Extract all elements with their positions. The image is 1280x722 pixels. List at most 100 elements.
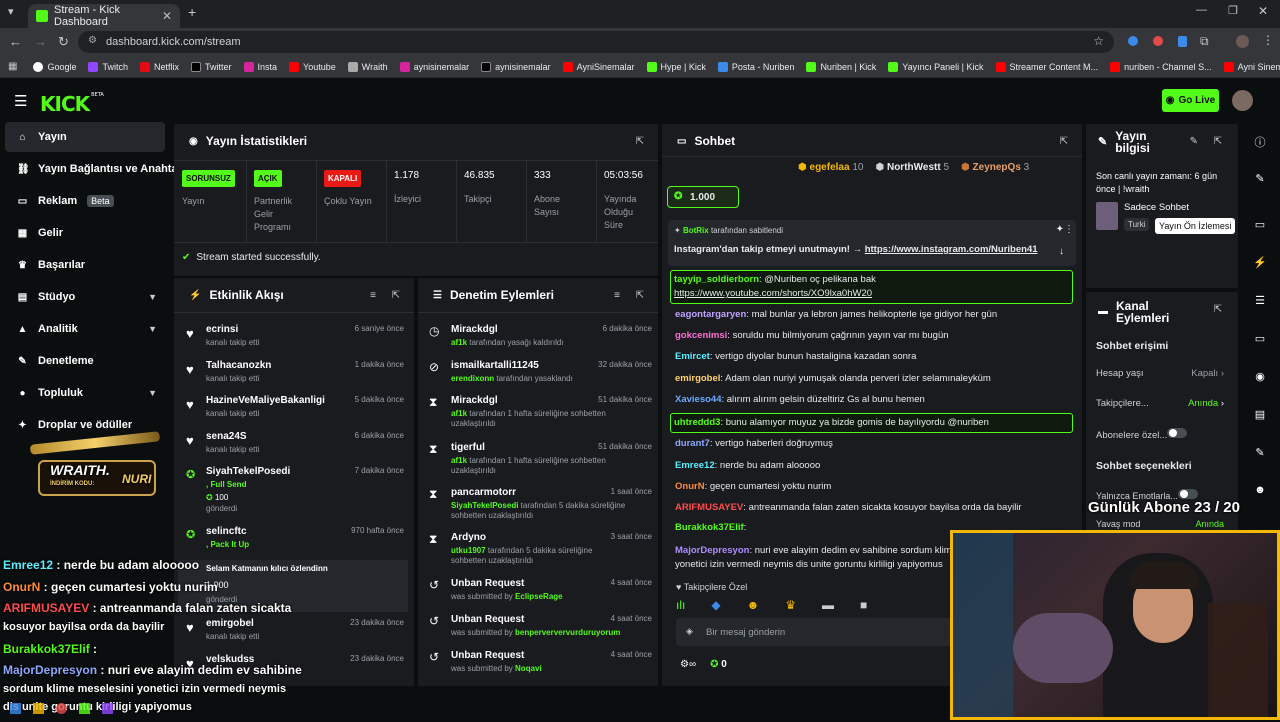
setting-row[interactable]: Takipçilere... Anında › [1096, 398, 1224, 409]
users-icon[interactable]: ☻ [1252, 484, 1268, 500]
chat-username[interactable]: emirgobel [675, 373, 720, 384]
chat-username[interactable]: ARIFMUSAYEV [675, 502, 743, 513]
chat-username[interactable]: Burakkok37Elif [675, 522, 744, 533]
moderation-item[interactable]: ◷ Mirackdgl 6 dakika önce af1k tarafında… [418, 322, 658, 362]
setting-row[interactable]: Abonelere özel... [1096, 428, 1224, 441]
chat-username[interactable]: Xavieso44 [675, 394, 721, 405]
chat-message[interactable]: gokcenimsi: soruldu mu bilmiyorum çağrın… [675, 329, 1075, 343]
stats-icon[interactable]: ▤ [1252, 408, 1268, 424]
bookmark[interactable]: Nuriben | Kick [806, 61, 876, 72]
chat-message[interactable]: Emircet: vertigo diyolar bunun hastaligi… [675, 350, 1075, 364]
bookmark[interactable]: aynisinemalar [481, 61, 551, 72]
filter-icon[interactable]: ≡ [614, 290, 620, 301]
reload-icon[interactable]: ↻ [58, 34, 69, 50]
taskbar-icon[interactable] [10, 703, 21, 714]
chat-message[interactable]: eagontargaryen: mal bunlar ya lebron jam… [675, 308, 1075, 322]
list-icon[interactable]: ☰ [1252, 294, 1268, 310]
preview-icon[interactable]: ▭ [1252, 218, 1268, 234]
chat-message[interactable]: uhtreddd3: bunu alamıyor muyuz ya bizde … [670, 413, 1073, 433]
tag[interactable]: Turki [1124, 218, 1150, 231]
bookmark[interactable]: Netflix [140, 61, 179, 72]
kick-logo[interactable]: KICK BETA [40, 92, 104, 116]
sidebar-item-community[interactable]: ● Topluluk ▼ [5, 378, 165, 408]
filter-icon[interactable]: ≡ [370, 290, 376, 301]
apps-grid-icon[interactable]: ▦ [8, 61, 17, 72]
taskbar-icon[interactable] [79, 703, 90, 714]
close-window-icon[interactable]: ✕ [1258, 4, 1268, 18]
chat-username[interactable]: Emree12 [675, 460, 715, 471]
extension-icon[interactable] [1128, 36, 1138, 46]
sidebar-item-ads[interactable]: ▭ Reklam Beta [5, 186, 165, 216]
more-options-icon[interactable]: ⋮ [1064, 224, 1074, 235]
chat-username[interactable]: gokcenimsi [675, 330, 727, 341]
go-live-button[interactable]: ◉ Go Live [1162, 89, 1219, 112]
chat-username[interactable]: Emircet [675, 351, 710, 362]
info-icon[interactable]: ⓘ [1252, 134, 1268, 150]
moderation-item[interactable]: ⧗ tigerful 51 dakika önce af1k tarafında… [418, 440, 658, 480]
broadcast-icon[interactable]: ◉ [1252, 370, 1268, 386]
sidebar-item-analytics[interactable]: ▲ Analitik ▼ [5, 314, 165, 344]
popout-icon[interactable]: ⇱ [636, 136, 644, 147]
bookmark[interactable]: nuriben - Channel S... [1110, 61, 1212, 72]
chat-username[interactable]: uhtreddd3 [674, 417, 720, 428]
gifter-badge[interactable]: ⬢ ZeynepQs 3 [961, 162, 1029, 173]
arrow-down-icon[interactable]: ↓ [1059, 246, 1064, 257]
popout-icon[interactable]: ⇱ [1214, 136, 1222, 147]
chat-username[interactable]: durant7 [675, 438, 710, 449]
emote[interactable]: ◆ [711, 598, 720, 614]
pinned-link[interactable]: https://www.instagram.com/Nuriben41 [865, 244, 1038, 255]
moderation-item[interactable]: ⧗ Mirackdgl 51 dakika önce af1k tarafınd… [418, 393, 658, 433]
site-info-icon[interactable]: ⚙ [88, 35, 97, 46]
pin-toggle-icon[interactable]: ✦ [1056, 224, 1064, 235]
lightning-icon[interactable]: ⚡ [1252, 256, 1268, 272]
tab-search-icon[interactable]: ▾ [8, 5, 14, 18]
bookmark[interactable]: AyniSinemalar [562, 61, 635, 72]
back-icon[interactable]: ← [9, 34, 22, 49]
chat-username[interactable]: MajorDepresyon [675, 545, 749, 556]
wrench-icon[interactable]: ✎ [1252, 446, 1268, 462]
sidebar-item-stream-link[interactable]: ⛓ Yayın Bağlantısı ve Anahtarı [5, 154, 185, 184]
popout-icon[interactable]: ⇱ [392, 290, 400, 301]
popout-icon[interactable]: ⇱ [1060, 136, 1068, 147]
moderation-item[interactable]: ⊘ ismailkartalli11245 32 dakika önce ere… [418, 358, 658, 398]
moderation-item[interactable]: ↺ Unban Request 4 saat önce was submitte… [418, 612, 658, 652]
popout-icon[interactable]: ⇱ [636, 290, 644, 301]
setting-row[interactable]: Hesap yaşı Kapalı › [1096, 368, 1224, 379]
chat-message[interactable]: durant7: vertigo haberleri doğruymuş [675, 437, 1075, 451]
bookmark[interactable]: Wraith [347, 61, 388, 72]
bookmark[interactable]: aynisinemalar [399, 61, 469, 72]
bookmark[interactable]: Twitter [191, 61, 232, 72]
emote[interactable]: ılı [676, 598, 685, 614]
chat-message[interactable]: Xavieso44: alırım alırım gelsin düzeltir… [675, 393, 1075, 407]
sidebar-item-studio[interactable]: ▤ Stüdyo ▼ [5, 282, 165, 312]
new-tab-icon[interactable]: + [188, 4, 196, 20]
bookmark[interactable]: Hype | Kick [646, 61, 706, 72]
taskbar-icon[interactable] [56, 703, 67, 714]
forward-icon[interactable]: → [34, 34, 47, 49]
edit-icon[interactable]: ✎ [1190, 136, 1198, 147]
popout-icon[interactable]: ⇱ [1214, 304, 1222, 315]
taskbar-icon[interactable] [102, 703, 113, 714]
chat-message[interactable]: emirgobel: Adam olan nuriyi yumuşak olan… [675, 372, 1075, 386]
chat-username[interactable]: eagontargaryen [675, 309, 746, 320]
user-avatar[interactable] [1232, 90, 1253, 111]
toggle[interactable] [1177, 489, 1198, 499]
bookmark[interactable]: Yayıncı Paneli | Kick [888, 61, 984, 72]
bookmark[interactable]: Streamer Content M... [995, 61, 1098, 72]
extensions-puzzle-icon[interactable]: ⧉ [1200, 34, 1209, 49]
browser-tab[interactable]: Stream - Kick Dashboard ✕ [28, 4, 180, 28]
emote[interactable]: ■ [860, 598, 867, 614]
bookmark[interactable]: Youtube [289, 61, 336, 72]
hamburger-menu-icon[interactable]: ☰ [14, 92, 27, 110]
chat-message[interactable]: OnurN: geçen cumartesi yoktu nurim [675, 480, 1075, 494]
chat-icon[interactable]: ▭ [1252, 332, 1268, 348]
pencil-icon[interactable]: ✎ [1252, 172, 1268, 188]
chat-settings-icon[interactable]: ⚙∞ [680, 659, 696, 670]
emote[interactable]: ☻ [747, 598, 760, 614]
sidebar-item-achievements[interactable]: ♛ Başarılar [5, 250, 165, 280]
moderation-item[interactable]: ↺ Unban Request 4 saat önce was submitte… [418, 576, 658, 616]
chat-message[interactable]: Emree12: nerde bu adam alooooo [675, 459, 1075, 473]
shield-extension-icon[interactable] [1178, 36, 1187, 47]
chat-message[interactable]: ARIFMUSAYEV: antreanmanda falan zaten si… [675, 501, 1075, 515]
address-bar[interactable]: ⚙ dashboard.kick.com/stream ☆ [78, 31, 1114, 53]
